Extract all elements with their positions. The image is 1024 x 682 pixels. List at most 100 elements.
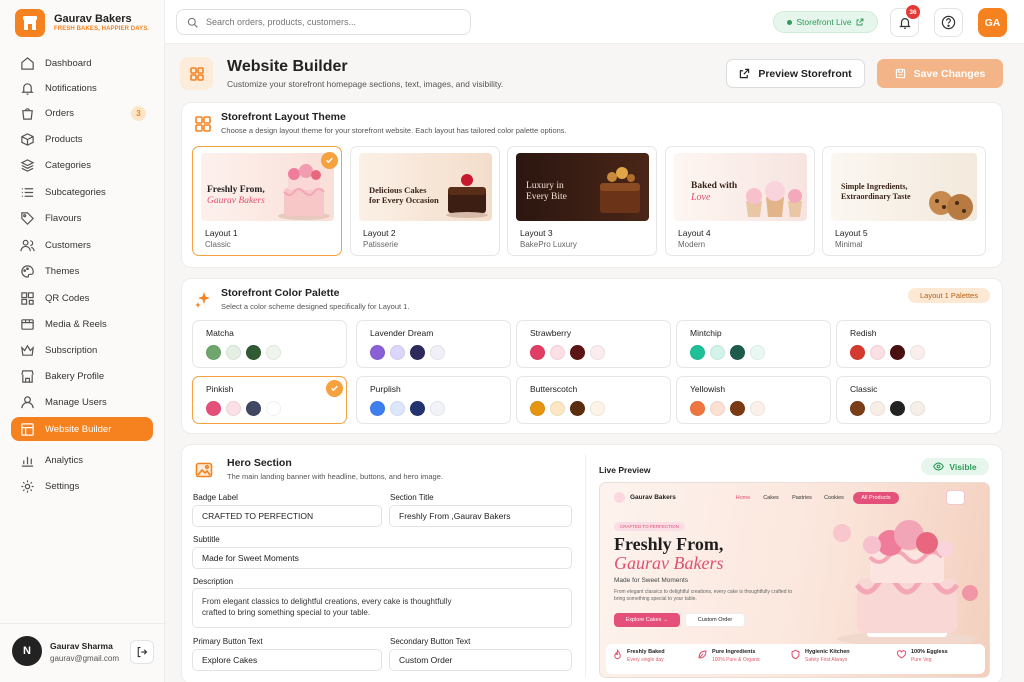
sidebar-item-label: Subscription xyxy=(45,344,98,356)
palette-card-redish[interactable]: Redish xyxy=(836,320,991,368)
storefront-live-status[interactable]: Storefront Live xyxy=(773,11,878,33)
layout-card-3[interactable]: Luxury in Every Bite Layout 3 BakePro Lu… xyxy=(507,146,657,256)
layout-5-thumbnail: Simple Ingredients, Extraordinary Taste xyxy=(831,153,977,221)
logout-button[interactable] xyxy=(130,640,154,664)
description-textarea[interactable]: From elegant classics to delightful crea… xyxy=(192,588,572,628)
palette-card-matcha[interactable]: Matcha xyxy=(192,320,347,368)
layout-card-1[interactable]: Freshly From, Gaurav Bakers Layout 1 Cla… xyxy=(192,146,342,256)
palette-card-mintchip[interactable]: Mintchip xyxy=(676,320,831,368)
palette-card-strawberry[interactable]: Strawberry xyxy=(516,320,671,368)
badge-label-input[interactable]: CRAFTED TO PERFECTION xyxy=(192,505,382,527)
layout-card-4[interactable]: Baked with Love Layout 4 Modern xyxy=(665,146,815,256)
visibility-toggle[interactable]: Visible xyxy=(921,458,989,475)
layout-card-5[interactable]: Simple Ingredients, Extraordinary Taste … xyxy=(822,146,986,256)
cookies-illustration xyxy=(929,191,973,220)
sidebar-item-products[interactable]: Products xyxy=(11,127,153,151)
sidebar-item-subcategories[interactable]: Subcategories xyxy=(11,180,153,204)
color-swatch xyxy=(730,401,745,416)
search-box[interactable] xyxy=(176,9,471,35)
sidebar-item-manage-users[interactable]: Manage Users xyxy=(11,390,153,414)
subtitle-label: Subtitle xyxy=(193,535,220,544)
color-swatch xyxy=(710,345,725,360)
user-email: gaurav@gmail.com xyxy=(50,654,120,663)
palette-card-pinkish[interactable]: Pinkish xyxy=(192,376,347,424)
sidebar-item-notifications[interactable]: Notifications xyxy=(11,76,153,100)
cake-illustration xyxy=(278,164,330,220)
palette-swatches xyxy=(850,345,925,360)
sidebar-item-qr-codes[interactable]: QR Codes xyxy=(11,286,153,310)
palette-swatches xyxy=(530,401,605,416)
sidebar-item-label: Dashboard xyxy=(45,57,92,69)
bag-icon xyxy=(22,107,33,120)
sidebar-item-customers[interactable]: Customers xyxy=(11,233,153,257)
section-title-label: Section Title xyxy=(390,493,434,502)
sidebar-item-categories[interactable]: Categories xyxy=(11,153,153,177)
palette-card-butterscotch[interactable]: Butterscotch xyxy=(516,376,671,424)
subtitle-input[interactable]: Made for Sweet Moments xyxy=(192,547,572,569)
preview-nav-cakes: Cakes xyxy=(763,495,779,501)
color-swatch xyxy=(870,401,885,416)
sidebar-item-settings[interactable]: Settings xyxy=(11,474,153,498)
sidebar-item-themes[interactable]: Themes xyxy=(11,259,153,283)
thumb-headline-script: Gaurav Bakers xyxy=(207,196,265,206)
sidebar-item-website-builder[interactable]: Website Builder xyxy=(11,417,153,441)
sidebar-item-bakery-profile[interactable]: Bakery Profile xyxy=(11,364,153,388)
preview-logo-icon xyxy=(614,492,625,503)
section-title-input[interactable]: Freshly From ,Gaurav Bakers xyxy=(389,505,572,527)
palette-swatches xyxy=(850,401,925,416)
sparkle-icon xyxy=(195,292,210,308)
color-swatch xyxy=(550,401,565,416)
sidebar-item-media-reels[interactable]: Media & Reels xyxy=(11,312,153,336)
color-swatch xyxy=(910,345,925,360)
color-swatch xyxy=(690,345,705,360)
layout-style: Classic xyxy=(205,240,231,249)
preview-badge: CRAFTED TO PERFECTION xyxy=(614,522,685,531)
store-logo-icon[interactable] xyxy=(15,9,45,37)
sidebar-item-label: Settings xyxy=(45,480,80,492)
palette-name: Classic xyxy=(850,384,878,394)
sidebar-item-label: Manage Users xyxy=(45,396,107,408)
secondary-button-label: Secondary Button Text xyxy=(390,637,471,646)
page-subtitle: Customize your storefront homepage secti… xyxy=(227,79,504,89)
palette-card-classic[interactable]: Classic xyxy=(836,376,991,424)
home-icon xyxy=(21,56,34,70)
sidebar-item-subscription[interactable]: Subscription xyxy=(11,338,153,362)
thumb-headline: Delicious Cakes xyxy=(369,185,427,195)
store-icon xyxy=(21,369,34,383)
sidebar-item-label: Analytics xyxy=(45,454,84,466)
feature-title: Freshly Baked xyxy=(627,649,665,655)
palette-card-lavender-dream[interactable]: Lavender Dream xyxy=(356,320,511,368)
layout-theme-subtitle: Choose a design layout theme for your st… xyxy=(221,126,567,135)
live-dot-icon xyxy=(787,19,793,25)
sidebar-item-dashboard[interactable]: Dashboard xyxy=(11,51,153,75)
thumb-headline-2: for Every Occasion xyxy=(369,195,439,205)
qr-icon xyxy=(21,291,34,305)
sidebar-item-label: Orders xyxy=(45,107,75,119)
selected-check-icon xyxy=(321,152,338,169)
preview-cake-illustration xyxy=(833,520,978,646)
color-swatch xyxy=(226,345,241,360)
grid-icon xyxy=(189,66,204,81)
page-icon xyxy=(180,57,213,90)
sidebar-item-flavours[interactable]: Flavours xyxy=(11,206,153,230)
preview-feature: 100% Eggless Pure Veg xyxy=(896,649,986,671)
layout-card-2[interactable]: Delicious Cakes for Every Occasion Layou… xyxy=(350,146,500,256)
secondary-button-text-input[interactable]: Custom Order xyxy=(389,649,572,671)
color-swatch xyxy=(690,401,705,416)
palette-card-purplish[interactable]: Purplish xyxy=(356,376,511,424)
avatar[interactable]: N xyxy=(12,636,42,666)
sidebar-item-orders[interactable]: Orders 3 xyxy=(11,101,153,125)
search-input[interactable] xyxy=(206,17,446,27)
preview-nav-home: Home xyxy=(735,495,751,501)
color-swatch xyxy=(890,345,905,360)
sidebar-item-analytics[interactable]: Analytics xyxy=(11,448,153,472)
preview-storefront-button[interactable]: Preview Storefront xyxy=(726,59,865,88)
color-swatch xyxy=(246,401,261,416)
account-avatar[interactable]: GA xyxy=(978,8,1007,37)
help-button[interactable] xyxy=(934,8,963,37)
primary-button-text-input[interactable]: Explore Cakes xyxy=(192,649,382,671)
brand-tagline: FRESH BAKES, HAPPIER DAYS. xyxy=(54,26,150,32)
save-changes-button[interactable]: Save Changes xyxy=(877,59,1003,88)
layout-name: Layout 3 xyxy=(520,228,553,238)
palette-card-yellowish[interactable]: Yellowish xyxy=(676,376,831,424)
